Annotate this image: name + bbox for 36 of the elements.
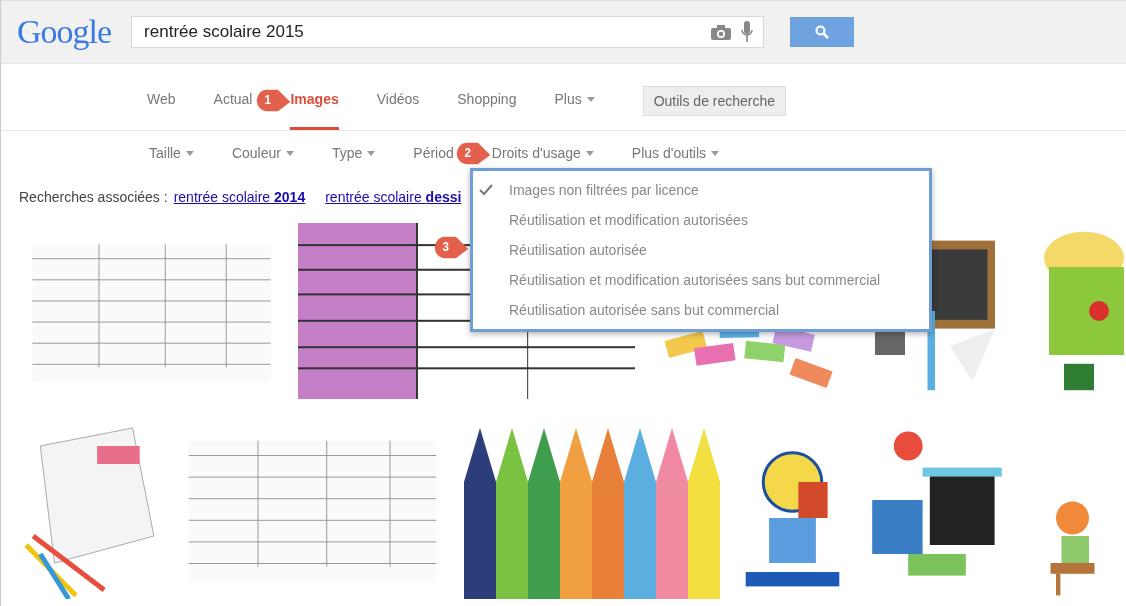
menu-item-label: Réutilisation et modification autorisées sans but commercial [509,272,881,288]
filter-dropdown[interactable]: Type [331,145,376,161]
nav-tab[interactable]: Vidéos [376,91,420,130]
related-search-link[interactable]: rentrée scolaire 2014 [173,189,306,205]
search-icon [815,25,830,39]
logo[interactable]: Google [17,13,112,51]
menu-item[interactable]: Réutilisation et modification autorisées sans but commercial [473,265,929,295]
menu-item[interactable]: Réutilisation et modification autorisées [473,205,929,235]
search-button[interactable] [790,17,855,47]
nav-tab[interactable]: Shopping [457,91,517,130]
camera-icon[interactable] [711,24,732,40]
nav-tab[interactable]: Images [290,91,339,130]
nav-tab[interactable]: Web [147,91,176,130]
microphone-icon[interactable] [741,21,754,43]
filter-dropdown[interactable]: Taille [149,145,194,161]
search-field[interactable]: rentrée scolaire 2015 [131,16,765,48]
filter-dropdown[interactable]: Périod [413,145,454,161]
callout-badge: 2 [456,142,491,165]
nav-tab[interactable]: Actual [213,91,253,130]
nav-tab[interactable]: Plus [554,91,595,130]
filter-dropdown[interactable]: Droits d'usage [491,145,594,161]
callout-badge: 1 [256,89,291,112]
filter-dropdown[interactable]: Couleur [231,145,294,161]
menu-item-label: Réutilisation autorisée sans but commercial [509,302,779,318]
search-input[interactable]: rentrée scolaire 2015 [142,21,712,43]
search-tools-button[interactable]: Outils de recherche [642,86,787,116]
callout-badge: 3 [434,236,469,259]
menu-item-label: Images non filtrées par licence [509,182,699,198]
menu-item[interactable]: Réutilisation autorisée [473,235,929,265]
related-searches-label: Recherches associées : [19,189,168,205]
filter-dropdown[interactable]: Plus d'outils [631,145,720,161]
menu-item-label: Réutilisation et modification autorisées [509,212,748,228]
related-search-link[interactable]: rentrée scolaire dessi [325,189,462,205]
menu-item-label: Réutilisation autorisée [509,242,647,258]
menu-item[interactable]: Images non filtrées par licence [473,175,929,205]
menu-item[interactable]: Réutilisation autorisée sans but commercial [473,295,929,325]
